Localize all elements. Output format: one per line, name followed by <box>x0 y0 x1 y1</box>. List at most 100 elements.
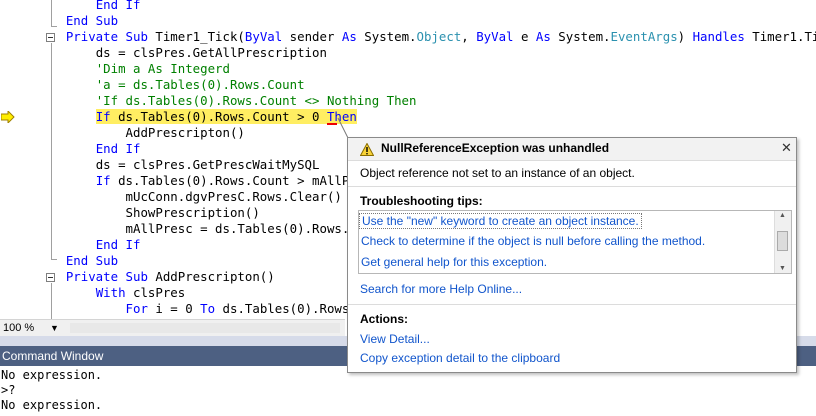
code-line[interactable]: Private Sub Timer1_Tick(ByVal sender As … <box>36 29 816 45</box>
code-line[interactable]: mUcConn.dgvPresC.Rows.Clear() <box>36 189 342 205</box>
code-token: For <box>125 301 148 316</box>
code-line[interactable]: End If <box>36 237 141 253</box>
code-token: As <box>341 29 357 44</box>
code-token: , <box>461 29 477 44</box>
code-token: 'Dim a As Integerd <box>95 61 230 76</box>
command-window-title: Command Window <box>2 349 104 363</box>
code-line[interactable]: ds = clsPres.GetAllPrescription <box>36 45 327 61</box>
breakpoint-gutter[interactable] <box>0 0 20 320</box>
code-line[interactable]: With clsPres <box>36 285 186 301</box>
code-line[interactable]: End If <box>36 141 141 157</box>
code-token: EventArgs <box>610 29 678 44</box>
editor-status-bar: 100 % ▼ <box>0 319 345 336</box>
code-line[interactable]: 'a = ds.Tables(0).Rows.Count <box>36 77 305 93</box>
search-help-link[interactable]: Search for more Help Online... <box>360 282 522 296</box>
code-line[interactable]: For i = 0 To ds.Tables(0).Rows.Co <box>36 301 372 317</box>
command-output-line: >? <box>1 383 16 397</box>
tips-scrollbar[interactable]: ▲ ▼ <box>774 211 791 273</box>
zoom-level[interactable]: 100 % <box>3 320 34 336</box>
code-token: Timer1_Tick( <box>155 29 245 44</box>
actions-heading: Actions: <box>360 312 408 326</box>
code-token: To <box>200 301 216 316</box>
close-icon[interactable]: ✕ <box>781 140 792 156</box>
code-line[interactable]: AddPrescripton() <box>36 125 245 141</box>
code-token: End If <box>95 0 141 12</box>
code-line[interactable]: If ds.Tables(0).Rows.Count > 0 Then <box>36 109 357 125</box>
command-output-line: No expression. <box>1 368 103 382</box>
code-line[interactable]: 'If ds.Tables(0).Rows.Count <> Nothing T… <box>36 93 417 109</box>
code-token: End If <box>95 141 141 156</box>
warning-icon <box>360 143 374 156</box>
code-line[interactable]: ShowPrescription() <box>36 205 260 221</box>
code-token: sender <box>282 29 342 44</box>
code-line[interactable]: mAllPresc = ds.Tables(0).Rows.Cou <box>36 221 372 237</box>
code-token: ShowPrescription() <box>125 205 260 220</box>
code-token: System. <box>356 29 417 44</box>
code-token: ds = clsPres.GetAllPrescription <box>95 45 327 60</box>
code-token: clsPres <box>125 285 186 300</box>
view-detail-link[interactable]: View Detail... <box>360 332 430 346</box>
code-token: ds.Tables(0).Rows.Count > mAllPres <box>110 173 372 188</box>
code-token: AddPrescripton() <box>155 269 275 284</box>
code-token: 'If ds.Tables(0).Rows.Count <> Nothing T… <box>95 93 417 108</box>
code-token: mAllPresc = ds.Tables(0).Rows.Cou <box>125 221 372 236</box>
chevron-down-icon[interactable]: ▼ <box>50 320 59 336</box>
exception-title: NullReferenceException was unhandled <box>381 141 610 155</box>
horizontal-scrollbar[interactable] <box>70 323 340 333</box>
code-line[interactable]: If ds.Tables(0).Rows.Count > mAllPres <box>36 173 372 189</box>
code-token: End If <box>95 237 141 252</box>
copy-detail-link[interactable]: Copy exception detail to the clipboard <box>360 351 560 365</box>
code-token: With <box>95 285 126 300</box>
tip-link[interactable]: Use the "new" keyword to create an objec… <box>359 213 642 229</box>
code-token: ) <box>677 29 693 44</box>
code-token: Timer1.Tick <box>752 29 816 44</box>
divider <box>348 304 796 305</box>
tips-list[interactable]: Use the "new" keyword to create an objec… <box>358 210 792 274</box>
code-token: As <box>535 29 551 44</box>
code-line[interactable]: End Sub <box>36 253 118 269</box>
code-line[interactable]: 'Dim a As Integerd <box>36 61 230 77</box>
exception-message-text: Object reference not set to an instance … <box>360 166 635 180</box>
code-token: 'a = ds.Tables(0).Rows.Count <box>95 77 305 92</box>
code-line[interactable]: End If <box>36 0 141 13</box>
code-token: ds = clsPres.GetPrescWaitMySQL <box>95 157 320 172</box>
code-token: If <box>95 109 111 124</box>
code-token: End Sub <box>65 253 119 268</box>
code-token: ByVal <box>476 29 514 44</box>
code-line[interactable]: End Sub <box>36 13 118 29</box>
code-token: i = 0 <box>147 301 201 316</box>
code-token: AddPrescripton() <box>125 125 245 140</box>
scroll-down-icon[interactable]: ▼ <box>779 265 786 272</box>
code-line[interactable]: ds = clsPres.GetPrescWaitMySQL <box>36 157 320 173</box>
execution-arrow-icon <box>1 111 15 123</box>
scroll-thumb[interactable] <box>777 231 788 251</box>
code-token: ds.Tables(0).Rows.Count > 0 <box>110 109 327 124</box>
command-window-output[interactable]: No expression. >? No expression. <box>0 366 816 416</box>
code-token: ByVal <box>244 29 283 44</box>
code-token: mUcConn.dgvPresC.Rows.Clear() <box>125 189 342 204</box>
scroll-up-icon[interactable]: ▲ <box>779 212 786 219</box>
exception-assistant: NullReferenceException was unhandled ✕ O… <box>347 137 797 373</box>
code-token: Object <box>416 29 462 44</box>
tip-link[interactable]: Get general help for this exception. <box>361 255 547 269</box>
code-token: e <box>513 29 536 44</box>
code-token: Handles <box>692 29 745 44</box>
code-line[interactable]: Private Sub AddPrescripton() <box>36 269 275 285</box>
tip-link[interactable]: Check to determine if the object is null… <box>361 234 705 248</box>
